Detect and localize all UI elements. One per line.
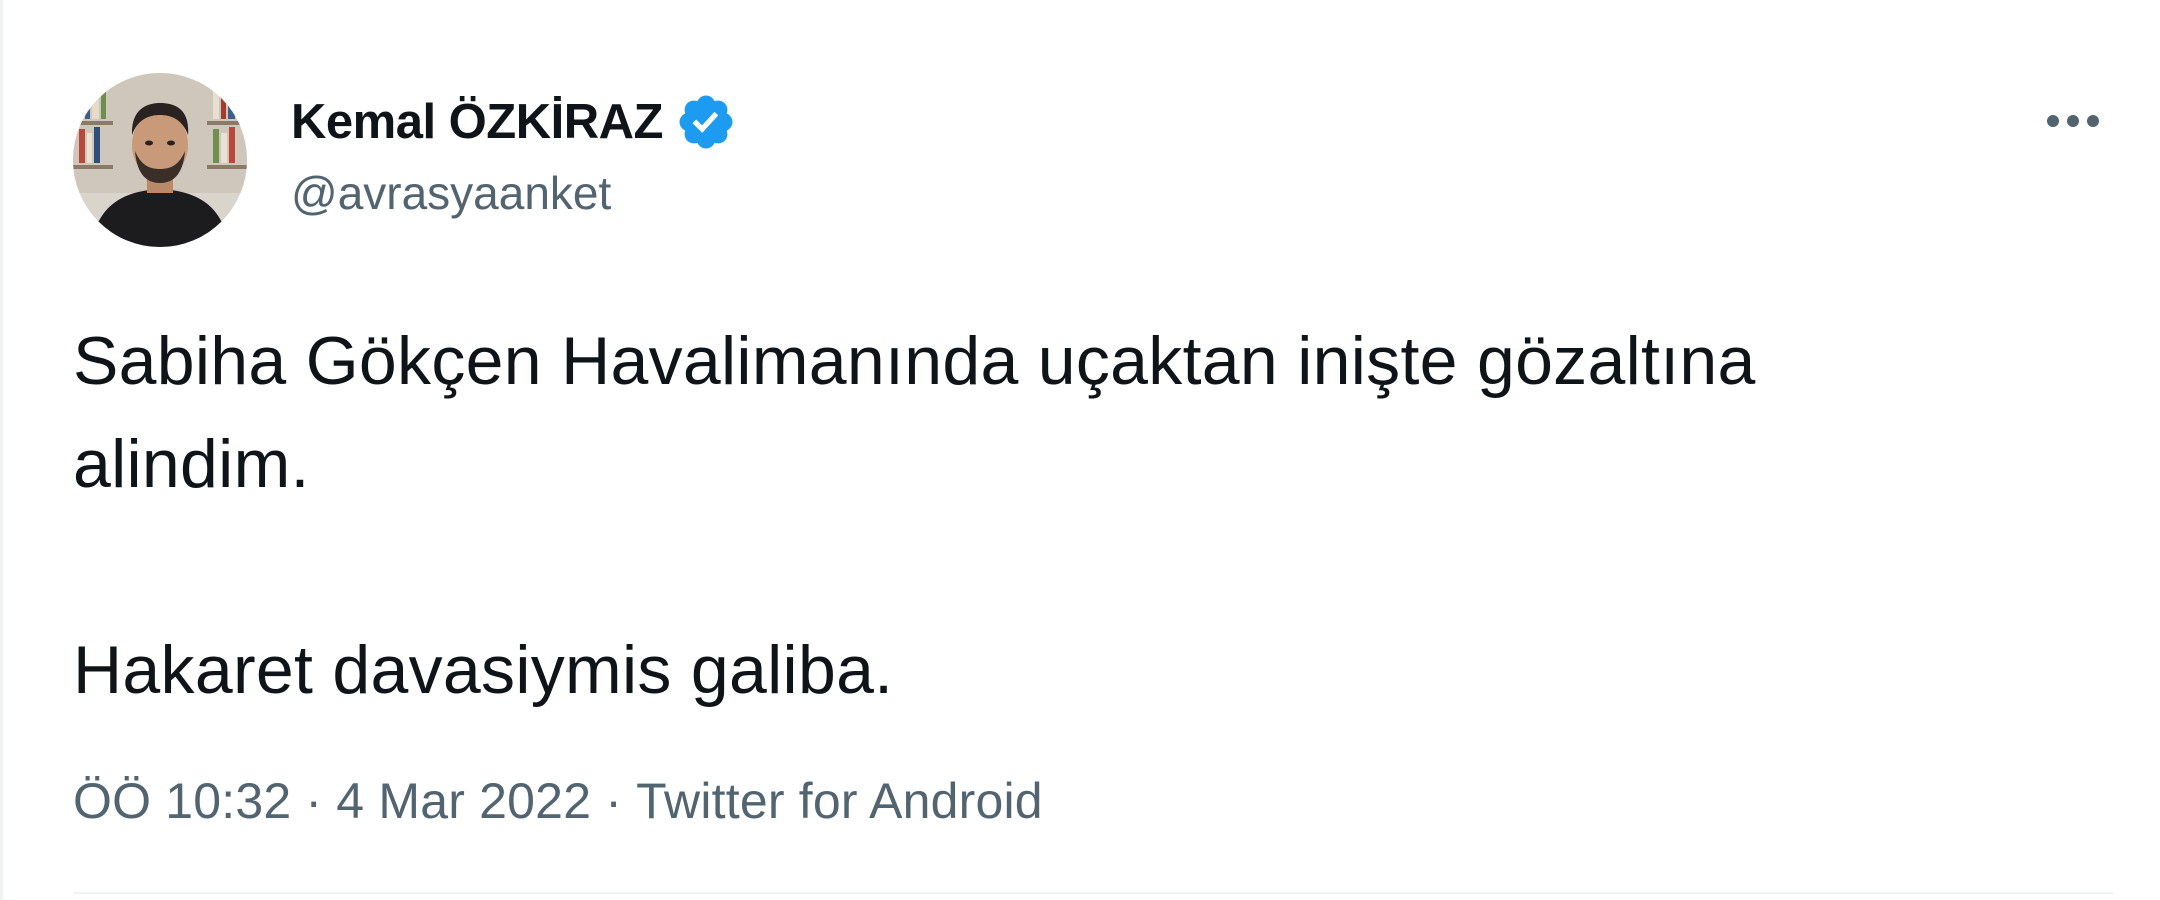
tweet-date[interactable]: 4 Mar 2022: [336, 773, 591, 829]
verified-badge-icon: [675, 91, 737, 153]
author-name-row[interactable]: Kemal ÖZKİRAZ: [291, 94, 737, 150]
person-avatar-icon: [73, 73, 247, 247]
tweet-text-line: Sabiha Gökçen Havalimanında uçaktan iniş…: [73, 323, 1756, 399]
ellipsis-icon: [2047, 115, 2099, 127]
tweet-text-line: Hakaret davasiymis galiba.: [73, 632, 894, 708]
author-handle[interactable]: @avrasyaanket: [291, 166, 611, 220]
meta-separator: ·: [305, 773, 323, 829]
tweet-source-link[interactable]: Twitter for Android: [636, 773, 1043, 829]
tweet-text: Sabiha Gökçen Havalimanında uçaktan iniş…: [73, 310, 2113, 722]
meta-separator: ·: [605, 773, 623, 829]
more-options-button[interactable]: [2033, 96, 2113, 146]
author-display-name[interactable]: Kemal ÖZKİRAZ: [291, 94, 663, 150]
tweet-time[interactable]: ÖÖ 10:32: [73, 773, 291, 829]
tweet-text-line: alindim.: [73, 426, 310, 502]
divider: [73, 892, 2113, 894]
tweet-card: Kemal ÖZKİRAZ @avrasyaanket Sabiha Gökçe…: [0, 0, 2160, 900]
tweet-meta: ÖÖ 10:32 · 4 Mar 2022 · Twitter for Android: [73, 772, 1043, 830]
author-avatar[interactable]: [73, 73, 247, 247]
